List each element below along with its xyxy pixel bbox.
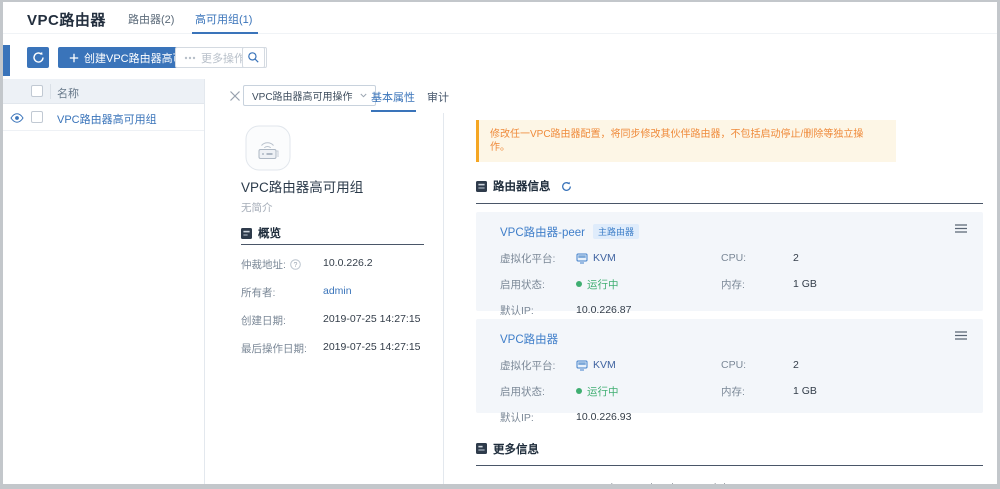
owner-label: 所有者: bbox=[241, 285, 323, 300]
detail-header: VPC路由器高可用操作 基本属性 审计 bbox=[205, 79, 997, 113]
card-menu-icon[interactable] bbox=[955, 331, 967, 340]
column-separator bbox=[50, 84, 51, 99]
left-accent-strip bbox=[3, 45, 10, 76]
help-icon[interactable]: ? bbox=[290, 259, 301, 270]
router-card-title-link[interactable]: VPC路由器 bbox=[500, 331, 558, 347]
cpu-label: CPU: bbox=[721, 252, 793, 264]
actions-dropdown[interactable]: VPC路由器高可用操作 bbox=[243, 85, 376, 106]
create-date-value: 2019-07-25 14:27:15 bbox=[323, 313, 421, 328]
create-date-label: 创建日期: bbox=[241, 313, 323, 328]
memory-value: 1 GB bbox=[793, 278, 967, 290]
hypervisor-kvm-icon bbox=[576, 360, 588, 371]
detail-title: VPC路由器高可用组 bbox=[241, 176, 363, 196]
field-label-arbitration: 仲裁地址: ? bbox=[241, 257, 323, 272]
platform-value: KVM bbox=[593, 252, 616, 264]
section-refresh-icon[interactable] bbox=[561, 181, 572, 192]
last-op-date-label: 最后操作日期: bbox=[241, 341, 323, 356]
platform-label: 虚拟化平台: bbox=[500, 358, 576, 373]
ellipsis-icon bbox=[184, 56, 196, 60]
more-info-heading: 更多信息 bbox=[476, 441, 539, 457]
resource-list: 名称 VPC路由器高可用组 bbox=[3, 79, 205, 484]
close-icon[interactable] bbox=[229, 90, 241, 102]
router-info-label: 路由器信息 bbox=[493, 178, 551, 194]
hypervisor-kvm-icon bbox=[576, 253, 588, 264]
memory-label: 内存: bbox=[721, 277, 793, 292]
refresh-button[interactable] bbox=[27, 47, 49, 68]
uuid-label: UUID: bbox=[476, 482, 561, 484]
owner-value-link[interactable]: admin bbox=[323, 285, 421, 300]
router-info-heading: 路由器信息 bbox=[476, 178, 572, 194]
default-ip-value: 10.0.226.93 bbox=[576, 411, 721, 423]
arbitration-address-label: 仲裁地址: bbox=[241, 257, 286, 272]
app-window: VPC路由器 路由器(2) 高可用组(1) 创建VPC路由器高可用组 更多操作 bbox=[3, 2, 997, 484]
uuid-value: e367e3e0b9ac4c7b96dec94e65bd4ee9 bbox=[564, 482, 749, 484]
overview-section-heading: 概览 bbox=[241, 225, 281, 241]
tab-basic-properties[interactable]: 基本属性 bbox=[371, 89, 415, 105]
detail-description: 无简介 bbox=[241, 200, 273, 215]
arbitration-address-value: 10.0.226.2 bbox=[323, 257, 421, 272]
state-label: 启用状态: bbox=[500, 277, 576, 292]
default-ip-label: 默认IP: bbox=[500, 303, 576, 318]
card-menu-icon[interactable] bbox=[955, 224, 967, 233]
search-icon bbox=[247, 51, 260, 64]
plus-icon bbox=[69, 53, 79, 63]
select-all-checkbox[interactable] bbox=[31, 85, 43, 97]
running-status-dot bbox=[576, 388, 582, 394]
uuid-row: UUID: e367e3e0b9ac4c7b96dec94e65bd4ee9 bbox=[476, 482, 983, 484]
warning-banner: 修改任一VPC路由器配置，将同步修改其伙伴路由器，不包括启动停止/删除等独立操作… bbox=[476, 120, 896, 162]
router-info-divider bbox=[476, 203, 983, 204]
cpu-value: 2 bbox=[793, 252, 967, 264]
primary-router-badge: 主路由器 bbox=[593, 224, 639, 239]
search-button[interactable] bbox=[242, 47, 265, 68]
cpu-value: 2 bbox=[793, 359, 967, 371]
tab-ha-groups[interactable]: 高可用组(1) bbox=[195, 11, 252, 27]
last-op-date-value: 2019-07-25 14:27:15 bbox=[323, 341, 421, 356]
overview-fields: 仲裁地址: ? 10.0.226.2 所有者: admin 创建日期: 2019… bbox=[241, 257, 421, 356]
platform-label: 虚拟化平台: bbox=[500, 251, 576, 266]
svg-text:?: ? bbox=[293, 262, 297, 269]
page-title: VPC路由器 bbox=[27, 9, 106, 30]
router-card-peer: VPC路由器-peer 主路由器 虚拟化平台: KVM CPU: 2 启用状态: bbox=[476, 212, 983, 311]
chevron-down-icon bbox=[360, 93, 367, 98]
running-status-dot bbox=[576, 281, 582, 287]
vpc-router-ha-group-icon bbox=[245, 125, 291, 171]
default-ip-value: 10.0.226.87 bbox=[576, 304, 721, 316]
router-info-section-icon bbox=[476, 181, 487, 192]
state-value: 运行中 bbox=[587, 277, 619, 292]
overview-divider bbox=[241, 244, 424, 245]
more-info-divider bbox=[476, 465, 983, 466]
active-tab-underline bbox=[192, 32, 258, 34]
default-ip-label: 默认IP: bbox=[500, 410, 576, 425]
more-info-label: 更多信息 bbox=[493, 441, 539, 457]
more-info-section-icon bbox=[476, 443, 487, 454]
router-card: VPC路由器 虚拟化平台: KVM CPU: 2 启用状态: bbox=[476, 319, 983, 413]
overview-section-label: 概览 bbox=[258, 225, 281, 241]
memory-value: 1 GB bbox=[793, 385, 967, 397]
cpu-label: CPU: bbox=[721, 359, 793, 371]
tab-routers[interactable]: 路由器(2) bbox=[128, 11, 174, 27]
list-item-ha-group[interactable]: VPC路由器高可用组 bbox=[3, 104, 204, 131]
detail-panel: VPC路由器高可用组 无简介 概览 仲裁地址: ? 10.0.226.2 所有者… bbox=[205, 113, 444, 484]
row-name-link[interactable]: VPC路由器高可用组 bbox=[57, 111, 157, 127]
select-row-checkbox[interactable] bbox=[31, 111, 43, 123]
more-actions-label: 更多操作 bbox=[201, 50, 245, 66]
overview-section-icon bbox=[241, 228, 252, 239]
state-value: 运行中 bbox=[587, 384, 619, 399]
detail-active-tab-underline bbox=[371, 110, 416, 112]
state-label: 启用状态: bbox=[500, 384, 576, 399]
memory-label: 内存: bbox=[721, 384, 793, 399]
tab-audit[interactable]: 审计 bbox=[427, 89, 449, 105]
name-column-header: 名称 bbox=[57, 85, 79, 101]
platform-value: KVM bbox=[593, 359, 616, 371]
page-header: VPC路由器 路由器(2) 高可用组(1) bbox=[3, 2, 997, 34]
detail-content: 修改任一VPC路由器配置，将同步修改其伙伴路由器，不包括启动停止/删除等独立操作… bbox=[444, 113, 997, 484]
refresh-icon bbox=[32, 51, 45, 64]
list-header-row: 名称 bbox=[3, 79, 204, 104]
actions-dropdown-label: VPC路由器高可用操作 bbox=[252, 88, 353, 103]
router-card-title-link[interactable]: VPC路由器-peer bbox=[500, 224, 585, 240]
viewing-eye-icon bbox=[10, 113, 24, 123]
